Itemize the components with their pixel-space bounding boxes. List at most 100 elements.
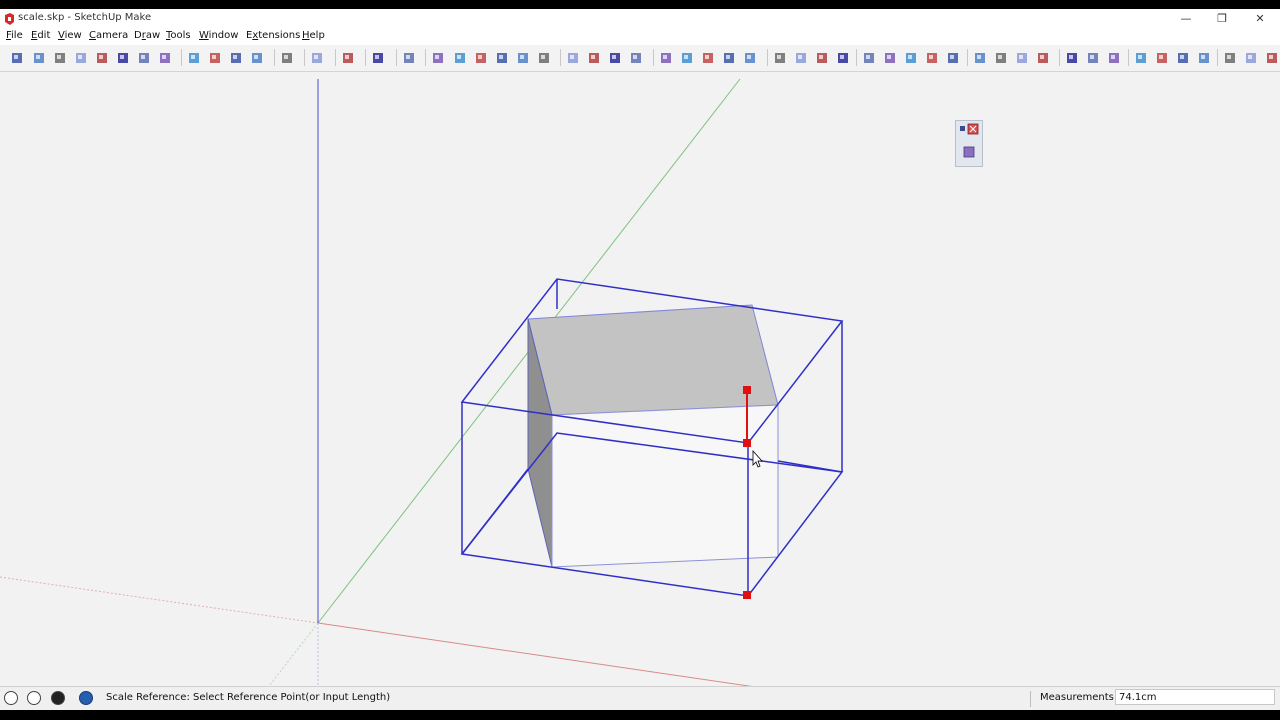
tool-icon [1136,53,1146,63]
front-face[interactable] [551,404,779,568]
instructor-help-icon[interactable] [79,691,93,705]
toolbar-tool-button[interactable] [310,50,324,64]
floating-tool-panel[interactable] [955,120,983,167]
toolbar-tool-button[interactable] [566,50,580,64]
toolbar-tool-button[interactable] [95,50,109,64]
geo-location-icon[interactable] [4,691,18,705]
toolbar-tool-button[interactable] [1223,50,1237,64]
toolbar-tool-button[interactable] [629,50,643,64]
toolbar-tool-button[interactable] [431,50,445,64]
tool-icon [252,53,262,63]
toolbar-tool-button[interactable] [402,50,416,64]
toolbar-tool-button[interactable] [537,50,551,64]
toolbar-tool-button[interactable] [701,50,715,64]
tool-icon [1067,53,1077,63]
toolbar-tool-button[interactable] [680,50,694,64]
toolbar-tool-button[interactable] [229,50,243,64]
toolbar-tool-button[interactable] [773,50,787,64]
tool-icon [1109,53,1119,63]
toolbar-tool-button[interactable] [187,50,201,64]
scale-grip-handle[interactable] [743,591,751,599]
red-axis-dotted-line [0,576,319,624]
menu-edit[interactable]: Edit [31,30,50,41]
menu-view[interactable]: View [58,30,82,41]
sloped-top-face[interactable] [527,304,779,416]
model-canvas[interactable] [0,72,1280,694]
tool-icon [631,53,641,63]
toolbar-tool-button[interactable] [587,50,601,64]
toolbar-tool-button[interactable] [973,50,987,64]
scale-grip-handle[interactable] [743,386,751,394]
toolbar-tool-button[interactable] [250,50,264,64]
toolbar-tool-button[interactable] [836,50,850,64]
toolbar-tool-button[interactable] [10,50,24,64]
toolbar-tool-button[interactable] [659,50,673,64]
toolbar-tool-button[interactable] [208,50,222,64]
toolbar-tool-button[interactable] [1015,50,1029,64]
toolbar-tool-button[interactable] [1244,50,1258,64]
toolbar-tool-button[interactable] [116,50,130,64]
toolbar-tool-button[interactable] [883,50,897,64]
tool-icon [189,53,199,63]
model-viewport[interactable] [0,72,1280,694]
toolbar-tool-button[interactable] [495,50,509,64]
menu-extensions[interactable]: Extensions [246,30,300,41]
toolbar-tool-button[interactable] [1197,50,1211,64]
tool-icon [927,53,937,63]
tool-icon [948,53,958,63]
toolbar-tool-button[interactable] [474,50,488,64]
toolbar-tool-button[interactable] [1155,50,1169,64]
tool-icon [455,53,465,63]
toolbar-tool-button[interactable] [925,50,939,64]
toolbar-separator [560,49,561,66]
toolbar-separator [653,49,654,66]
status-message: Scale Reference: Select Reference Point(… [106,692,391,703]
tool-icon [282,53,292,63]
toolbar-tool-button[interactable] [53,50,67,64]
toolbar-tool-button[interactable] [794,50,808,64]
tool-icon [724,53,734,63]
tool-icon [682,53,692,63]
scale-grip-handle[interactable] [743,439,751,447]
menu-camera[interactable]: Camera [89,30,128,41]
menu-accelerator: r [141,30,146,41]
menu-file[interactable]: File [6,30,23,41]
toolbar-tool-button[interactable] [137,50,151,64]
toolbar-tool-button[interactable] [994,50,1008,64]
toolbar-tool-button[interactable] [1086,50,1100,64]
toolbar-tool-button[interactable] [722,50,736,64]
toolbar-tool-button[interactable] [74,50,88,64]
toolbar-tool-button[interactable] [371,50,385,64]
toolbar-tool-button[interactable] [1134,50,1148,64]
restore-button[interactable]: ❐ [1204,9,1240,29]
toolbar-tool-button[interactable] [158,50,172,64]
menu-window[interactable]: Window [199,30,238,41]
toolbar-tool-button[interactable] [1265,50,1279,64]
toolbar-tool-button[interactable] [815,50,829,64]
menu-tools[interactable]: Tools [166,30,191,41]
tool-icon [55,53,65,63]
minimize-button[interactable]: — [1168,9,1204,29]
toolbar-tool-button[interactable] [743,50,757,64]
title-bar: scale.skp - SketchUp Make — ❐ ✕ [0,9,1280,29]
menu-help[interactable]: Help [302,30,325,41]
toolbar-tool-button[interactable] [904,50,918,64]
menu-draw[interactable]: Draw [134,30,160,41]
user-account-icon[interactable] [51,691,65,705]
toolbar-tool-button[interactable] [1036,50,1050,64]
toolbar-tool-button[interactable] [280,50,294,64]
toolbar-tool-button[interactable] [453,50,467,64]
toolbar-separator [365,49,366,66]
toolbar-tool-button[interactable] [32,50,46,64]
toolbar-tool-button[interactable] [1107,50,1121,64]
toolbar-tool-button[interactable] [862,50,876,64]
toolbar-tool-button[interactable] [1176,50,1190,64]
toolbar-tool-button[interactable] [946,50,960,64]
close-button[interactable]: ✕ [1242,9,1278,29]
toolbar-tool-button[interactable] [608,50,622,64]
toolbar-tool-button[interactable] [1065,50,1079,64]
toolbar-tool-button[interactable] [341,50,355,64]
measurements-input[interactable] [1115,689,1275,705]
credits-info-icon[interactable] [27,691,41,705]
toolbar-tool-button[interactable] [516,50,530,64]
